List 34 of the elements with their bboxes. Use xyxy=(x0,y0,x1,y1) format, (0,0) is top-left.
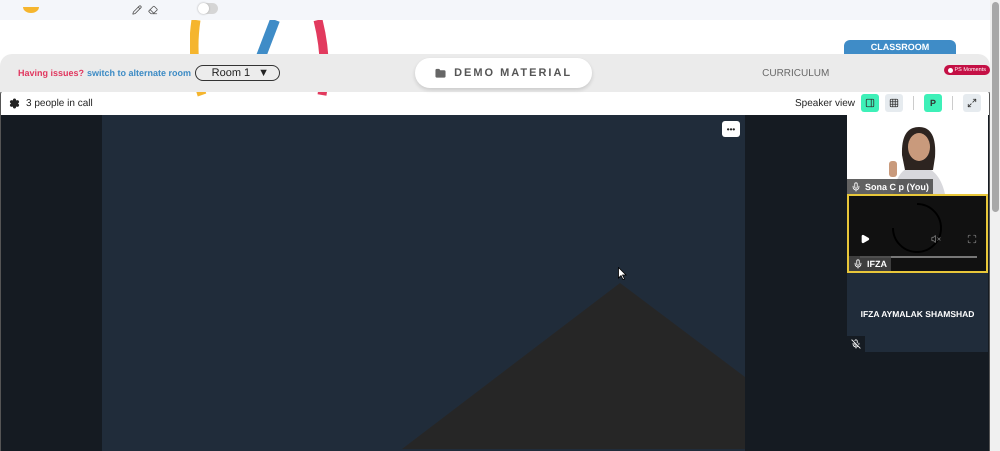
view-label: Speaker view xyxy=(794,98,855,108)
toggle-switch[interactable] xyxy=(198,3,218,14)
fullscreen-icon[interactable] xyxy=(967,234,977,244)
video-tile[interactable]: IFZA xyxy=(847,194,988,273)
settings-icon[interactable] xyxy=(9,98,20,108)
volume-muted-icon[interactable] xyxy=(931,234,941,244)
expand-icon xyxy=(967,98,977,108)
people-count: 3 people in call xyxy=(26,98,93,108)
more-options-button[interactable]: ••• xyxy=(722,121,740,137)
eraser-icon[interactable] xyxy=(148,5,158,15)
presenter-button[interactable]: P xyxy=(924,94,942,112)
tab-label: DEMO MATERIAL xyxy=(454,67,572,79)
pencil-icon[interactable] xyxy=(132,5,142,15)
issues-prompt: Having issues? xyxy=(18,68,84,78)
play-icon[interactable] xyxy=(860,234,870,244)
participant-name: IFZA xyxy=(867,258,887,268)
nav-tab[interactable]: CURRICULUM xyxy=(742,58,850,88)
participant-name: Sona C p (You) xyxy=(865,182,929,192)
video-tile[interactable]: IFZA AYMALAK SHAMSHAD xyxy=(847,273,988,352)
cursor-icon xyxy=(618,267,627,280)
folder-icon xyxy=(435,68,446,78)
logo-icon xyxy=(22,7,40,13)
grid-icon xyxy=(889,98,899,108)
sidebar-layout-icon xyxy=(865,98,875,108)
tab-label: CURRICULUM xyxy=(762,68,830,78)
nav-tab[interactable]: DEMO MATERIAL xyxy=(415,58,592,88)
room-select[interactable]: Room 1 ▼ xyxy=(195,65,280,81)
scrollbar-thumb[interactable] xyxy=(992,2,998,212)
expand-button[interactable] xyxy=(963,94,981,112)
grid-view-button[interactable] xyxy=(885,94,903,112)
participant-name: IFZA AYMALAK SHAMSHAD xyxy=(860,309,976,319)
classroom-tab[interactable]: CLASSROOM xyxy=(844,40,956,54)
speaker-view-button[interactable] xyxy=(861,94,879,112)
loading-spinner-icon xyxy=(889,200,945,256)
